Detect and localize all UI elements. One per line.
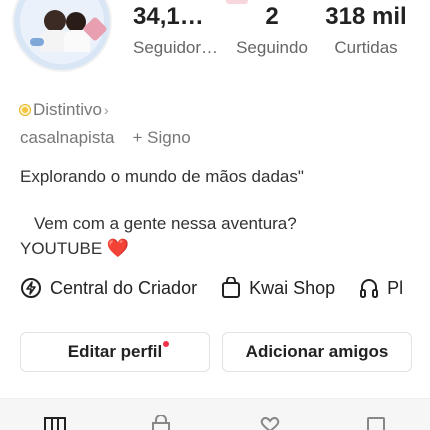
lock-bag-icon[interactable] — [150, 415, 172, 430]
kwai-shop-label: Kwai Shop — [249, 277, 336, 298]
likes-stat[interactable]: 318 mil Curtidas — [318, 0, 414, 60]
profile-stats: 34,1… Seguidor… 2 Seguindo 318 mil Curti… — [128, 0, 430, 70]
profile-tab-bar — [0, 398, 430, 430]
edit-profile-label: Editar perfil — [67, 342, 163, 361]
following-label: Seguindo — [236, 38, 308, 57]
grid-icon[interactable] — [44, 417, 66, 430]
edit-profile-button[interactable]: Editar perfil — [20, 332, 210, 372]
profile-action-buttons: Editar perfil Adicionar amigos — [20, 332, 412, 372]
notification-dot — [163, 341, 169, 347]
bio-line-3-row: YOUTUBE ❤️ — [20, 236, 297, 261]
shopping-bag-icon — [222, 277, 241, 298]
creator-links-row: Central do Criador Kwai Shop Pl — [20, 277, 427, 299]
creator-center-link[interactable]: Central do Criador — [20, 277, 197, 299]
bio-block: Vem com a gente nessa aventura? YOUTUBE … — [20, 212, 297, 261]
kwai-shop-link[interactable]: Kwai Shop — [221, 277, 335, 299]
badge-link[interactable]: Distintivo › — [20, 100, 109, 120]
playlist-link[interactable]: Pl — [359, 277, 403, 299]
followers-count: 34,1… — [133, 3, 204, 30]
add-friends-label: Adicionar amigos — [245, 342, 389, 361]
bookmark-icon[interactable] — [366, 417, 386, 430]
headphones-icon — [360, 279, 379, 298]
likes-label: Curtidas — [334, 38, 398, 57]
followers-label: Seguidor… — [133, 38, 219, 57]
add-friends-button[interactable]: Adicionar amigos — [222, 332, 412, 372]
creator-center-label: Central do Criador — [50, 277, 198, 298]
add-sign-button[interactable]: + Signo — [133, 128, 191, 148]
bio-line-1: Explorando o mundo de mãos dadas" — [20, 167, 304, 186]
likes-count: 318 mil — [325, 3, 407, 30]
chevron-right-icon: › — [103, 102, 109, 118]
badge-label: Distintivo — [33, 100, 102, 119]
following-count: 2 — [265, 3, 279, 30]
red-heart-icon: ❤️ — [106, 238, 130, 258]
user-info-row: casalnapista + Signo — [20, 128, 191, 148]
bio-line-2: Vem com a gente nessa aventura? — [34, 214, 297, 233]
username: casalnapista — [20, 128, 115, 147]
followers-stat[interactable]: 34,1… Seguidor… — [128, 0, 224, 60]
lightning-icon — [21, 278, 41, 298]
avatar-person-1 — [44, 10, 66, 32]
avatar-scooter-decoration — [30, 38, 44, 46]
heart-icon[interactable] — [258, 417, 282, 430]
following-stat[interactable]: 2 Seguindo — [230, 0, 314, 60]
bio-line-3: YOUTUBE — [20, 239, 103, 258]
playlist-label: Pl — [387, 277, 404, 298]
badge-icon — [20, 105, 30, 115]
profile-avatar[interactable] — [12, 0, 112, 72]
